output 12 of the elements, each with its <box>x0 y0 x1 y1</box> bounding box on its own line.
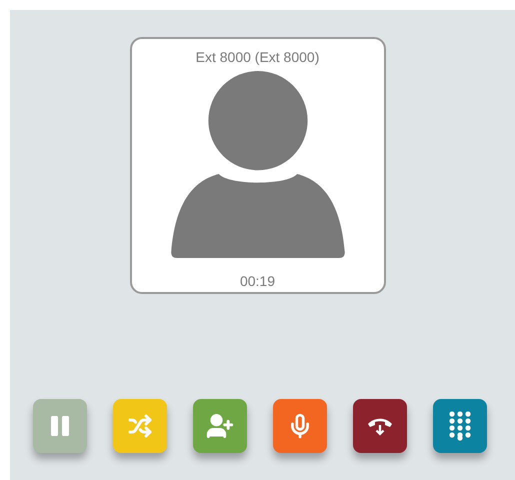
dialpad-button[interactable] <box>433 399 487 453</box>
add-user-icon <box>206 412 234 440</box>
add-button[interactable] <box>193 399 247 453</box>
hangup-button[interactable] <box>353 399 407 453</box>
call-timer: 00:19 <box>240 272 276 291</box>
mic-button[interactable] <box>273 399 327 453</box>
shuffle-icon <box>128 414 152 438</box>
pause-icon <box>48 414 72 438</box>
caller-name: Ext 8000 (Ext 8000) <box>196 48 320 67</box>
transfer-button[interactable] <box>113 399 167 453</box>
dialpad-icon <box>449 411 471 441</box>
pause-button[interactable] <box>33 399 87 453</box>
